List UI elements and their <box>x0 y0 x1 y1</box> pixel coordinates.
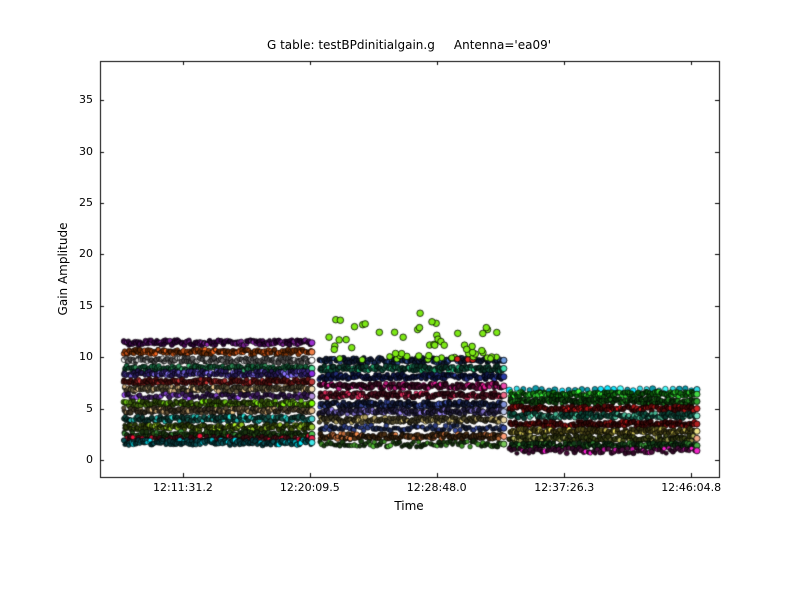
x-tick-label: 12:20:09.5 <box>280 481 340 494</box>
x-tick-label: 12:37:26.3 <box>534 481 594 494</box>
y-tick-label: 5 <box>0 402 93 416</box>
y-tick-label: 20 <box>0 247 93 261</box>
plot-title: G table: testBPdinitialgain.g Antenna='e… <box>267 38 551 52</box>
x-tick-label: 12:11:31.2 <box>153 481 213 494</box>
x-tick-label: 12:28:48.0 <box>407 481 467 494</box>
y-tick-label: 15 <box>0 299 93 313</box>
y-tick-label: 25 <box>0 196 93 210</box>
y-tick-label: 35 <box>0 93 93 107</box>
y-tick-label: 10 <box>0 350 93 364</box>
y-tick-label: 0 <box>0 453 93 467</box>
y-tick-label: 30 <box>0 145 93 159</box>
x-axis-label: Time <box>394 499 423 513</box>
x-tick-label: 12:46:04.8 <box>661 481 721 494</box>
plot-figure: G table: testBPdinitialgain.g Antenna='e… <box>0 0 800 600</box>
